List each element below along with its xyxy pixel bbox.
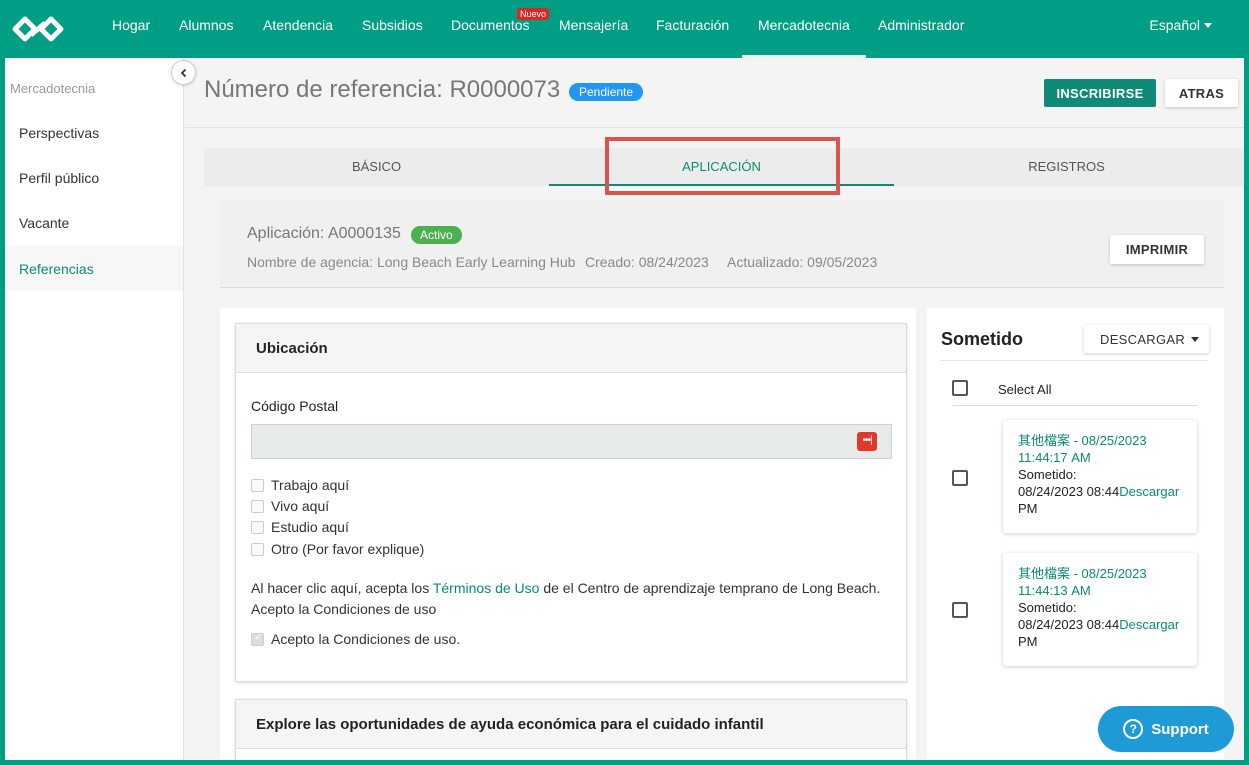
print-button[interactable]: IMPRIMIR (1110, 235, 1204, 264)
option-vivo[interactable]: Vivo aquí (251, 498, 329, 514)
explore-section: Explore las oportunidades de ayuda econó… (235, 699, 907, 760)
terms-link[interactable]: Términos de Uso (433, 580, 540, 596)
back-button[interactable]: ATRAS (1165, 79, 1238, 107)
app-frame: Hogar Alumnos Atendencia Subsidios Docum… (5, 5, 1244, 760)
nav-subsidios[interactable]: Subsidios (362, 5, 423, 58)
enroll-button[interactable]: INSCRIBIRSE (1044, 79, 1156, 107)
submitted-panel: Sometido DESCARGAR Select All 其他檔案 - 08/… (927, 308, 1224, 760)
file-download-link[interactable]: Descargar (1119, 484, 1179, 499)
updated-date: Actualizado: 09/05/2023 (727, 254, 878, 270)
support-button[interactable]: ? Support (1098, 706, 1234, 752)
option-label: Trabajo aquí (271, 477, 350, 493)
option-label: Estudio aquí (271, 519, 349, 535)
terms-prefix: Al hacer clic aquí, acepta los (251, 580, 433, 596)
submitted-label: Sometido: (1018, 467, 1077, 482)
nav-alumnos[interactable]: Alumnos (179, 5, 233, 58)
nav-atendencia[interactable]: Atendencia (263, 5, 333, 58)
option-label: Vivo aquí (271, 498, 330, 514)
checkbox-icon (251, 499, 264, 513)
option-trabajo[interactable]: Trabajo aquí (251, 477, 349, 493)
nav-administrador[interactable]: Administrador (878, 5, 964, 58)
submitted-label: Sometido: (1018, 600, 1077, 615)
sidebar-title: Mercadotecnia (10, 81, 96, 96)
tab-registros[interactable]: REGISTROS (894, 148, 1239, 186)
nav-mensajeria[interactable]: Mensajería (559, 5, 628, 58)
application-info: Aplicación: A0000135 Activo Nombre de ag… (220, 200, 1224, 288)
terms-suffix: de el Centro de aprendizaje temprano de … (539, 580, 881, 596)
application-title: Aplicación: A0000135 (247, 225, 401, 242)
accept-terms-label: Acepto la Condiciones de uso. (271, 631, 461, 647)
sidebar-item-referencias[interactable]: Referencias (19, 261, 94, 277)
language-selector[interactable]: Español (1149, 5, 1212, 45)
main-panel: Ubicación Código Postal •••| Trabajo aqu… (220, 308, 916, 760)
language-label: Español (1149, 17, 1200, 33)
file-card: 其他檔案 - 08/25/2023 11:44:17 AM Sometido: … (1003, 420, 1197, 533)
location-section: Ubicación Código Postal •••| Trabajo aqu… (235, 323, 907, 682)
file-name-link[interactable]: 其他檔案 - 08/25/2023 11:44:13 AM (1018, 565, 1182, 599)
file-checkbox[interactable] (952, 470, 968, 486)
option-otro[interactable]: Otro (Por favor explique) (251, 541, 424, 557)
top-nav: Hogar Alumnos Atendencia Subsidios Docum… (5, 5, 1244, 58)
submitted-title: Sometido (941, 329, 1024, 349)
chevron-down-icon (1204, 23, 1212, 28)
nav-facturacion[interactable]: Facturación (656, 5, 729, 58)
header-divider (185, 127, 1244, 128)
question-icon: ? (1123, 719, 1144, 739)
application-status-badge: Activo (411, 226, 462, 244)
postal-code-input[interactable]: •••| (251, 424, 892, 459)
select-all-checkbox[interactable] (952, 380, 968, 396)
postal-code-label: Código Postal (251, 398, 339, 414)
submitted-date: 08/24/2023 08:44 (1018, 617, 1120, 632)
divider (941, 360, 1208, 361)
password-manager-icon[interactable]: •••| (857, 432, 877, 451)
terms-text: Al hacer clic aquí, acepta los Términos … (251, 578, 901, 620)
file-card: 其他檔案 - 08/25/2023 11:44:13 AM Sometido: … (1003, 553, 1197, 666)
collapse-sidebar-button[interactable] (171, 60, 196, 85)
checkbox-checked-icon (251, 632, 264, 646)
created-date: Creado: 08/24/2023 (585, 254, 709, 270)
sidebar: Mercadotecnia Perspectivas Perfil públic… (5, 58, 184, 760)
explore-heading: Explore las oportunidades de ayuda econó… (236, 700, 906, 749)
option-label: Otro (Por favor explique) (271, 541, 425, 557)
file-download-link[interactable]: Descargar (1119, 617, 1179, 632)
file-checkbox[interactable] (952, 602, 968, 618)
chevron-left-icon (180, 68, 186, 77)
support-label: Support (1151, 720, 1209, 738)
tab-basico[interactable]: BÁSICO (204, 148, 549, 186)
file-name-link[interactable]: 其他檔案 - 08/25/2023 11:44:17 AM (1018, 432, 1182, 466)
location-heading: Ubicación (236, 324, 906, 373)
option-estudio[interactable]: Estudio aquí (251, 519, 349, 535)
highlight-box (605, 137, 840, 195)
nav-hogar[interactable]: Hogar (112, 5, 150, 58)
agency-name: Nombre de agencia: Long Beach Early Lear… (247, 254, 576, 270)
terms-line2: Acepto la Condiciones de uso (251, 601, 437, 617)
page-title: Número de referencia: R0000073 (204, 76, 561, 103)
new-badge: Nuevo (517, 8, 550, 20)
divider (953, 405, 1198, 406)
select-all-label: Select All (998, 382, 1052, 397)
sidebar-item-perspectivas[interactable]: Perspectivas (19, 125, 99, 141)
checkbox-icon (251, 542, 264, 556)
download-button[interactable]: DESCARGAR (1084, 325, 1209, 353)
caret-down-icon (1191, 337, 1199, 342)
sidebar-item-vacante[interactable]: Vacante (19, 215, 69, 231)
accept-terms-checkbox[interactable]: Acepto la Condiciones de uso. (251, 631, 460, 647)
checkbox-icon (251, 520, 264, 534)
nav-mercadotecnia[interactable]: Mercadotecnia (742, 5, 866, 58)
sidebar-item-perfil-publico[interactable]: Perfil público (19, 170, 99, 186)
submitted-ampm: PM (1018, 634, 1038, 649)
submitted-date: 08/24/2023 08:44 (1018, 484, 1120, 499)
checkbox-icon (251, 478, 264, 492)
status-badge: Pendiente (569, 83, 644, 101)
download-label: DESCARGAR (1100, 331, 1186, 347)
submitted-ampm: PM (1018, 501, 1038, 516)
logo-icon[interactable] (7, 14, 69, 44)
